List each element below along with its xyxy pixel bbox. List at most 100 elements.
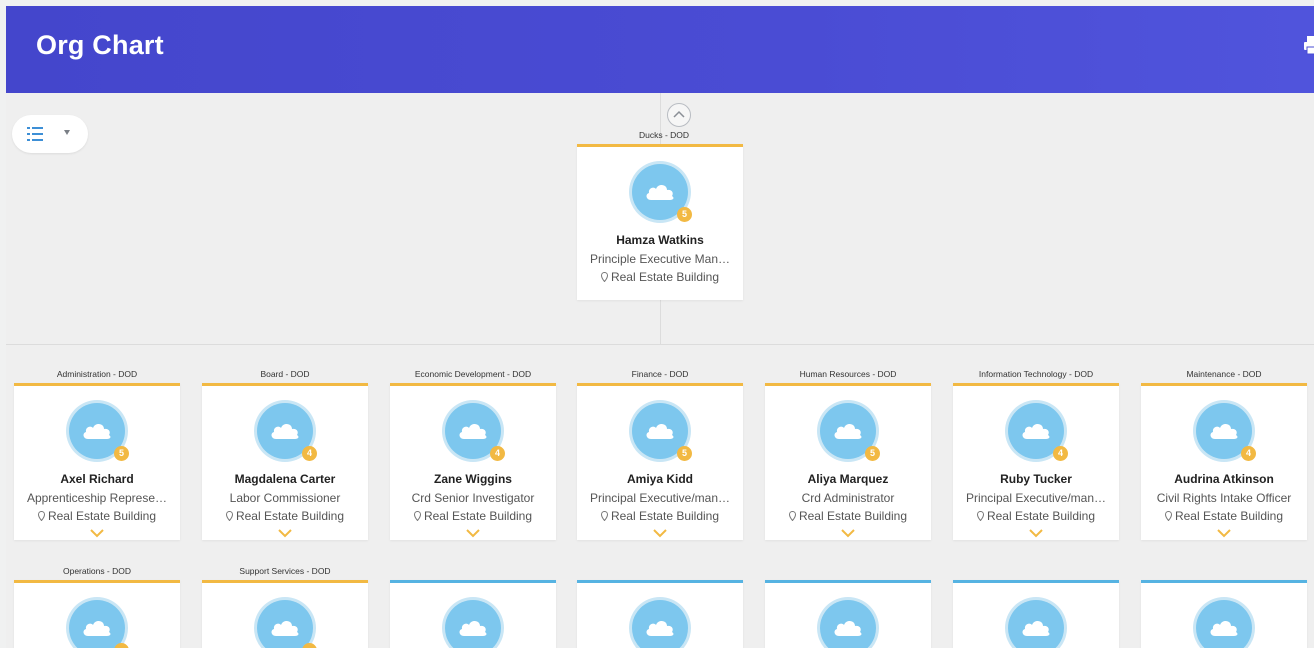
avatar: 4 bbox=[442, 400, 505, 462]
cloud-icon bbox=[1210, 423, 1238, 439]
employee-role: Principle Executive Man… bbox=[589, 252, 731, 266]
location-pin-icon bbox=[976, 511, 984, 521]
cloud-icon bbox=[646, 620, 674, 636]
employee-card[interactable] bbox=[202, 580, 368, 648]
report-count-badge: 4 bbox=[1241, 446, 1256, 461]
employee-name: Magdalena Carter bbox=[234, 472, 336, 486]
avatar: 5 bbox=[66, 400, 129, 462]
avatar bbox=[1005, 597, 1067, 648]
employee-card[interactable] bbox=[390, 580, 556, 648]
employee-card[interactable]: 4 Magdalena Carter Labor Commissioner Re… bbox=[202, 383, 368, 540]
employee-location: Real Estate Building bbox=[765, 509, 931, 523]
employee-card[interactable]: 5 Amiya Kidd Principal Executive/man… Re… bbox=[577, 383, 743, 540]
org-label: Support Services - DOD bbox=[239, 566, 331, 576]
employee-card[interactable]: 5 Axel Richard Apprenticeship Represe… R… bbox=[14, 383, 180, 540]
cloud-icon bbox=[83, 620, 111, 636]
expand-chevron-icon[interactable] bbox=[653, 529, 667, 538]
cloud-icon bbox=[271, 423, 299, 439]
report-count-badge bbox=[302, 643, 317, 648]
avatar: 4 bbox=[1005, 400, 1068, 462]
cloud-icon bbox=[271, 620, 299, 636]
org-label: Administration - DOD bbox=[56, 369, 138, 379]
location-pin-icon bbox=[600, 511, 608, 521]
navigate-up-button[interactable] bbox=[667, 103, 691, 127]
expand-chevron-icon[interactable] bbox=[278, 529, 292, 538]
cloud-icon bbox=[83, 423, 111, 439]
employee-location: Real Estate Building bbox=[202, 509, 368, 523]
chevron-up-icon bbox=[673, 110, 685, 118]
employee-location: Real Estate Building bbox=[14, 509, 180, 523]
employee-role: Principal Executive/man… bbox=[965, 491, 1107, 505]
location-pin-icon bbox=[600, 272, 608, 282]
avatar bbox=[66, 597, 129, 648]
employee-card[interactable] bbox=[765, 580, 931, 648]
employee-card[interactable] bbox=[14, 580, 180, 648]
cloud-icon bbox=[646, 423, 674, 439]
avatar: 5 bbox=[817, 400, 880, 462]
avatar: 5 bbox=[629, 400, 692, 462]
org-label: Operations - DOD bbox=[62, 566, 132, 576]
report-count-badge: 4 bbox=[490, 446, 505, 461]
list-view-icon bbox=[27, 127, 43, 141]
caret-down-icon bbox=[64, 130, 70, 135]
employee-card[interactable]: 4 Ruby Tucker Principal Executive/man… R… bbox=[953, 383, 1119, 540]
report-count-badge bbox=[114, 643, 129, 648]
expand-chevron-icon[interactable] bbox=[90, 529, 104, 538]
avatar: 4 bbox=[1193, 400, 1256, 462]
employee-card[interactable] bbox=[1141, 580, 1307, 648]
employee-card[interactable]: 4 Audrina Atkinson Civil Rights Intake O… bbox=[1141, 383, 1307, 540]
header-bar: Org Chart bbox=[6, 6, 1314, 93]
cloud-icon bbox=[834, 423, 862, 439]
location-pin-icon bbox=[413, 511, 421, 521]
cloud-icon bbox=[1210, 620, 1238, 636]
employee-role: Crd Administrator bbox=[801, 491, 895, 505]
org-label: Board - DOD bbox=[260, 369, 310, 379]
cloud-icon bbox=[1022, 620, 1050, 636]
report-count-badge: 4 bbox=[302, 446, 317, 461]
cloud-icon bbox=[1022, 423, 1050, 439]
employee-location: Real Estate Building bbox=[390, 509, 556, 523]
print-icon[interactable] bbox=[1304, 34, 1314, 56]
avatar bbox=[442, 597, 504, 648]
location-pin-icon bbox=[1164, 511, 1172, 521]
expand-chevron-icon[interactable] bbox=[841, 529, 855, 538]
expand-chevron-icon[interactable] bbox=[1217, 529, 1231, 538]
employee-name: Audrina Atkinson bbox=[1174, 472, 1274, 486]
cloud-icon bbox=[646, 184, 674, 200]
cloud-icon bbox=[459, 620, 487, 636]
cloud-icon bbox=[459, 423, 487, 439]
org-label: Ducks - DOD bbox=[638, 130, 690, 140]
employee-card[interactable]: 4 Zane Wiggins Crd Senior Investigator R… bbox=[390, 383, 556, 540]
org-label: Economic Development - DOD bbox=[414, 369, 532, 379]
report-count-badge: 5 bbox=[865, 446, 880, 461]
avatar bbox=[629, 597, 691, 648]
org-label: Information Technology - DOD bbox=[978, 369, 1094, 379]
employee-card[interactable]: 5 Aliya Marquez Crd Administrator Real E… bbox=[765, 383, 931, 540]
org-label: Maintenance - DOD bbox=[1186, 369, 1262, 379]
employee-name: Aliya Marquez bbox=[807, 472, 889, 486]
employee-card[interactable] bbox=[953, 580, 1119, 648]
view-toggle-button[interactable] bbox=[12, 115, 88, 153]
avatar bbox=[254, 597, 317, 648]
employee-location: Real Estate Building bbox=[577, 509, 743, 523]
employee-location: Real Estate Building bbox=[577, 270, 743, 284]
location-pin-icon bbox=[788, 511, 796, 521]
page-title: Org Chart bbox=[36, 30, 164, 60]
org-label: Human Resources - DOD bbox=[799, 369, 897, 379]
employee-role: Crd Senior Investigator bbox=[411, 491, 535, 505]
employee-location: Real Estate Building bbox=[953, 509, 1119, 523]
employee-role: Apprenticeship Represe… bbox=[26, 491, 168, 505]
employee-name: Amiya Kidd bbox=[626, 472, 693, 486]
employee-role: Civil Rights Intake Officer bbox=[1156, 491, 1292, 505]
expand-chevron-icon[interactable] bbox=[466, 529, 480, 538]
employee-card[interactable] bbox=[577, 580, 743, 648]
avatar: 4 bbox=[254, 400, 317, 462]
avatar bbox=[817, 597, 879, 648]
report-count-badge: 5 bbox=[114, 446, 129, 461]
cloud-icon bbox=[834, 620, 862, 636]
report-count-badge: 4 bbox=[1053, 446, 1068, 461]
employee-card[interactable]: 5 Hamza Watkins Principle Executive Man…… bbox=[577, 144, 743, 300]
expand-chevron-icon[interactable] bbox=[1029, 529, 1043, 538]
employee-name: Hamza Watkins bbox=[616, 233, 704, 247]
location-pin-icon bbox=[37, 511, 45, 521]
